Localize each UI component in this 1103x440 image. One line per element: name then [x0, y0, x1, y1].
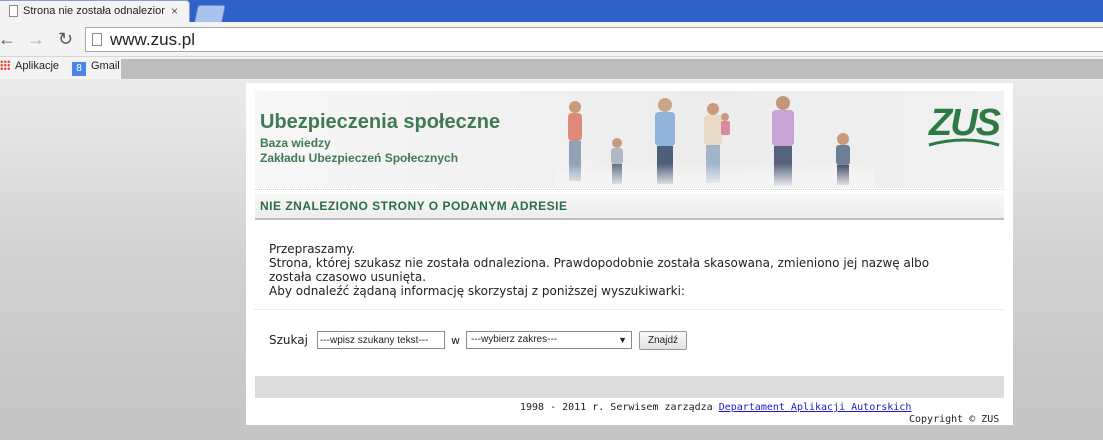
footer-link[interactable]: Departament Aplikacji Autorskich — [719, 402, 912, 413]
scope-select-value: ---wybierz zakres--- — [471, 334, 558, 345]
message-line-2: Strona, której szukasz nie została odnal… — [269, 256, 930, 270]
apps-grid-icon — [0, 60, 10, 70]
address-bar[interactable]: www.zus.pl — [85, 27, 1103, 52]
message-line-1: Przepraszamy. — [269, 242, 356, 256]
message-line-4: Aby odnaleźć żądaną informację skorzysta… — [269, 284, 685, 298]
tab-close-icon[interactable]: × — [171, 4, 178, 18]
divider — [255, 309, 1004, 310]
bookmark-gmail[interactable]: 8 Gmail — [72, 60, 120, 76]
banner-subtitle-2: Zakładu Ubezpieczeń Społecznych — [260, 151, 459, 165]
reload-icon[interactable]: ↻ — [58, 30, 73, 48]
page-icon — [92, 33, 102, 46]
banner-title: Ubezpieczenia społeczne — [260, 111, 501, 133]
copyright-text: Copyright © ZUS — [909, 414, 1000, 425]
tab-strip: Strona nie została odnaleziona × — [0, 0, 1103, 22]
divider — [255, 189, 1004, 190]
bookmarks-bar: Aplikacje 8 Gmail — [0, 57, 1103, 79]
find-button[interactable]: Znajdź — [639, 331, 687, 350]
bookmark-apps[interactable]: Aplikacje — [0, 60, 59, 76]
bookmark-gmail-label: Gmail — [91, 60, 120, 72]
error-message: Przepraszamy. Strona, której szukasz nie… — [269, 242, 989, 298]
banner-subtitle-1: Baza wiedzy — [260, 136, 331, 150]
page-icon — [9, 5, 18, 17]
family-photo — [555, 91, 875, 188]
scope-connector-label: w — [451, 334, 460, 347]
search-input[interactable] — [317, 331, 445, 349]
message-line-3: została czasowo usunięta. — [269, 270, 427, 284]
zus-logo: ZUS — [928, 102, 1001, 147]
footer-prefix: 1998 - 2011 r. Serwisem zarządza — [520, 402, 713, 413]
forward-arrow-icon[interactable]: → — [27, 30, 45, 48]
tab-active[interactable]: Strona nie została odnaleziona × — [0, 0, 190, 22]
footer-bar — [255, 376, 1004, 398]
google-icon: 8 — [72, 62, 86, 76]
scope-select[interactable]: ---wybierz zakres--- ▼ — [466, 331, 632, 349]
header-banner: Ubezpieczenia społeczne Baza wiedzy Zakł… — [255, 91, 1004, 188]
url-text[interactable]: www.zus.pl — [110, 30, 195, 50]
search-label: Szukaj — [269, 333, 308, 347]
tab-title: Strona nie została odnaleziona — [23, 5, 165, 17]
bookmark-apps-label: Aplikacje — [15, 60, 60, 72]
svg-text:ZUS: ZUS — [928, 102, 1001, 144]
error-heading-bar: NIE ZNALEZIONO STRONY O PODANYM ADRESIE — [255, 193, 1004, 220]
back-arrow-icon[interactable]: ← — [0, 30, 16, 48]
browser-toolbar: ← → ↻ www.zus.pl — [0, 22, 1103, 57]
gray-overlay — [121, 59, 1103, 79]
page-container: Ubezpieczenia społeczne Baza wiedzy Zakł… — [246, 83, 1013, 425]
new-tab-button[interactable] — [194, 5, 226, 22]
error-heading: NIE ZNALEZIONO STRONY O PODANYM ADRESIE — [260, 199, 568, 213]
footer-text: 1998 - 2011 r. Serwisem zarządza Departa… — [520, 402, 911, 413]
chevron-down-icon: ▼ — [618, 335, 627, 345]
